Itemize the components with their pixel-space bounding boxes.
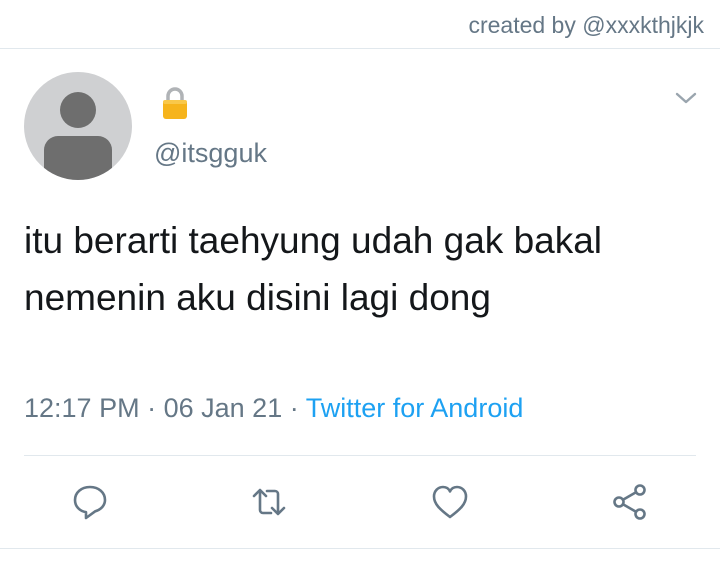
divider [24, 455, 696, 456]
avatar[interactable] [24, 72, 132, 180]
tweet-date: 06 Jan 21 [163, 393, 283, 423]
divider [0, 48, 720, 49]
reply-button[interactable] [70, 482, 110, 522]
tweet-source-link[interactable]: Twitter for Android [306, 393, 524, 423]
tweet-text: itu berarti taehyung udah gak bakal neme… [24, 220, 603, 318]
heart-icon [432, 485, 468, 519]
like-button[interactable] [430, 482, 470, 522]
tweet-time: 12:17 PM [24, 393, 140, 423]
meta-separator: · [289, 393, 299, 423]
tweet-meta: 12:17 PM · 06 Jan 21 · Twitter for Andro… [24, 393, 523, 424]
user-handle[interactable]: @itsgguk [154, 138, 267, 169]
retweet-icon [252, 488, 286, 516]
lock-icon [163, 87, 187, 119]
meta-separator: · [147, 393, 157, 423]
avatar-body [44, 136, 112, 180]
reply-icon [73, 485, 107, 520]
credit-text: created by @xxxkthjkjk [468, 12, 704, 38]
share-button[interactable] [610, 482, 650, 522]
retweet-button[interactable] [249, 482, 289, 522]
divider [0, 548, 720, 549]
avatar-head [60, 92, 96, 128]
chevron-down-icon[interactable] [674, 90, 698, 106]
share-icon [613, 484, 646, 520]
